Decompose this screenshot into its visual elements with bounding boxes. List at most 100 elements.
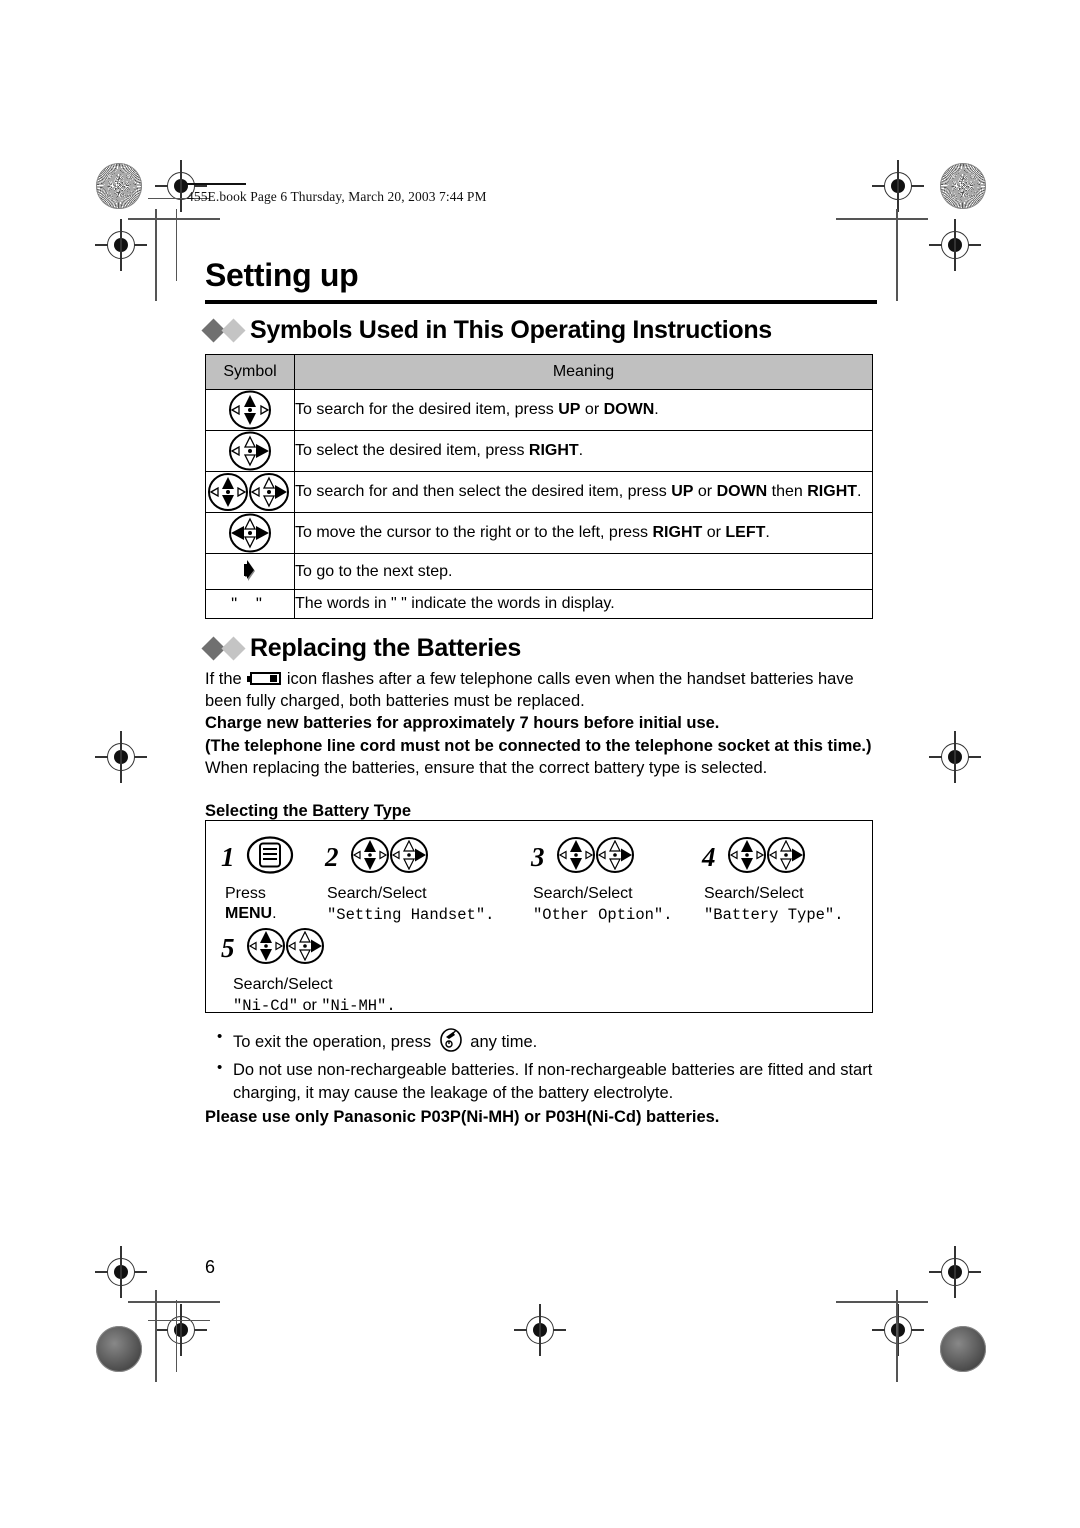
meaning-bold-2: DOWN bbox=[716, 483, 768, 501]
quotation-marks-icon: " " bbox=[231, 594, 269, 613]
diamond-bullet-light-icon-2 bbox=[221, 636, 246, 661]
step-display-or: or bbox=[298, 997, 322, 1014]
registration-target-right-lower bbox=[929, 1246, 981, 1298]
step-icons bbox=[350, 835, 432, 880]
nav-key-up-down-icon bbox=[727, 837, 805, 873]
step-1: 1 Press MENU. bbox=[221, 835, 294, 923]
registration-rosette-bottom-right bbox=[940, 1326, 986, 1372]
crop-line-bottom-left-inner-h bbox=[148, 1320, 210, 1321]
meaning-post: . bbox=[578, 442, 584, 460]
note-text-post: any time. bbox=[465, 1033, 538, 1051]
registration-target-bottom-right bbox=[872, 1304, 924, 1356]
meaning-post: . bbox=[765, 524, 770, 542]
meaning-text: To search for the desired item, press bbox=[295, 401, 559, 419]
diamond-bullet-light-icon bbox=[221, 318, 246, 343]
nav-key-right-icon bbox=[224, 431, 276, 471]
column-header-meaning: Meaning bbox=[294, 354, 873, 390]
page-number: 6 bbox=[205, 1257, 216, 1277]
meaning-text: To move the cursor to the right or to th… bbox=[295, 524, 653, 542]
battery-body-text: If the icon flashes after a few telephon… bbox=[205, 668, 877, 779]
column-header-symbol: Symbol bbox=[205, 354, 295, 390]
step-number: 5 bbox=[221, 933, 235, 963]
meaning-mid: or bbox=[693, 483, 717, 501]
registration-target-left-lower bbox=[95, 1246, 147, 1298]
table-header-row: Symbol Meaning bbox=[205, 354, 873, 390]
nav-key-up-down-icon bbox=[350, 837, 428, 873]
table-row: To search for and then select the desire… bbox=[205, 471, 873, 513]
registration-target-right-middle bbox=[929, 731, 981, 783]
step-label-bold: MENU bbox=[225, 905, 273, 922]
step-display-option-2: "Ni-MH". bbox=[321, 997, 396, 1015]
step-label: Search/Select bbox=[327, 885, 427, 902]
nav-key-up-down-icon bbox=[556, 837, 634, 873]
menu-button-icon bbox=[246, 835, 294, 880]
crop-line-bottom-left-inner-v bbox=[176, 1300, 177, 1372]
battery-text-post: icon flashes after a few telephone calls… bbox=[205, 670, 854, 711]
step-5: 5 Search/Select "Ni-Cd" or "Ni-MH". bbox=[221, 926, 396, 1015]
meaning-bold: UP bbox=[558, 401, 581, 419]
step-icons bbox=[246, 835, 294, 880]
symbol-cell bbox=[205, 471, 295, 513]
step-3: 3 Search/Select "Other Option". bbox=[531, 835, 673, 924]
step-icons bbox=[246, 926, 328, 971]
meaning-cell: To select the desired item, press RIGHT. bbox=[294, 430, 873, 472]
step-display-text: "Battery Type". bbox=[704, 906, 844, 924]
table-row: To select the desired item, press RIGHT. bbox=[205, 430, 873, 472]
meaning-bold-3: RIGHT bbox=[807, 483, 858, 501]
step-display-option-1: "Ni-Cd" bbox=[233, 997, 299, 1015]
meaning-cell: To go to the next step. bbox=[294, 553, 873, 590]
step-icons bbox=[727, 835, 809, 880]
registration-rosette-bottom-left bbox=[96, 1326, 142, 1372]
crop-line-bottom-right-v bbox=[896, 1290, 898, 1382]
steps-box: 1 Press MENU. 2 Search/Select "Setting H… bbox=[205, 820, 873, 1015]
symbol-cell bbox=[205, 553, 295, 590]
nav-key-up-down-then-right-icon bbox=[207, 472, 293, 512]
step-4: 4 Search/Select "Battery Type". bbox=[702, 835, 844, 924]
meaning-bold-2: LEFT bbox=[725, 524, 766, 542]
symbols-table: Symbol Meaning To search for the desired… bbox=[205, 354, 873, 619]
file-stamp-text: 455E.book Page 6 Thursday, March 20, 200… bbox=[187, 189, 487, 204]
symbol-cell bbox=[205, 512, 295, 554]
registration-target-top-right bbox=[872, 160, 924, 212]
section-heading-batteries: Replacing the Batteries bbox=[201, 634, 521, 663]
step-label-text: Press bbox=[225, 885, 266, 902]
step-display-text: "Setting Handset". bbox=[327, 906, 495, 924]
step-label: Search/Select bbox=[233, 976, 333, 993]
registration-target-right-upper bbox=[929, 219, 981, 271]
notes-list: To exit the operation, press any time. D… bbox=[213, 1027, 878, 1105]
battery-paragraph-bold-1: Charge new batteries for approximately 7… bbox=[205, 714, 720, 733]
registration-target-bottom-center bbox=[514, 1304, 566, 1356]
chapter-underline bbox=[205, 300, 877, 304]
crop-line-top-right-h bbox=[836, 218, 928, 220]
meaning-mid: or bbox=[580, 401, 604, 419]
step-number: 2 bbox=[325, 842, 339, 872]
step-label: Press bbox=[225, 885, 294, 903]
meaning-bold: RIGHT bbox=[652, 524, 703, 542]
step-number: 3 bbox=[531, 842, 545, 872]
chapter-title: Setting up bbox=[205, 257, 359, 293]
meaning-bold: RIGHT bbox=[528, 442, 579, 460]
document-page: 455E.book Page 6 Thursday, March 20, 200… bbox=[0, 0, 1080, 1528]
step-icons bbox=[556, 835, 638, 880]
table-row: To search for the desired item, press UP… bbox=[205, 389, 873, 431]
crop-line-bottom-right-h bbox=[836, 1301, 928, 1303]
registration-target-left-upper bbox=[95, 219, 147, 271]
registration-rosette-top-left bbox=[96, 163, 142, 209]
registration-rosette-top-right bbox=[940, 163, 986, 209]
step-number: 4 bbox=[702, 842, 716, 872]
subheading-selecting-battery-type: Selecting the Battery Type bbox=[205, 802, 412, 820]
battery-text-pre: If the bbox=[205, 670, 247, 688]
nav-key-left-right-icon bbox=[224, 513, 276, 553]
battery-paragraph-1: If the icon flashes after a few telephon… bbox=[205, 668, 877, 712]
table-row: To move the cursor to the right or to th… bbox=[205, 512, 873, 554]
note-text-pre: To exit the operation, press bbox=[233, 1033, 436, 1051]
step-2: 2 Search/Select "Setting Handset". bbox=[325, 835, 494, 924]
next-step-arrow-icon bbox=[240, 557, 260, 586]
meaning-post: . bbox=[654, 401, 659, 419]
step-label-bold-line: MENU. bbox=[225, 905, 294, 923]
battery-paragraph-bold-2: (The telephone line cord must not be con… bbox=[205, 736, 872, 755]
nav-key-up-down-icon bbox=[224, 390, 276, 430]
meaning-post: then bbox=[767, 483, 808, 501]
nav-key-up-down-icon bbox=[246, 928, 324, 964]
meaning-bold: UP bbox=[671, 483, 694, 501]
